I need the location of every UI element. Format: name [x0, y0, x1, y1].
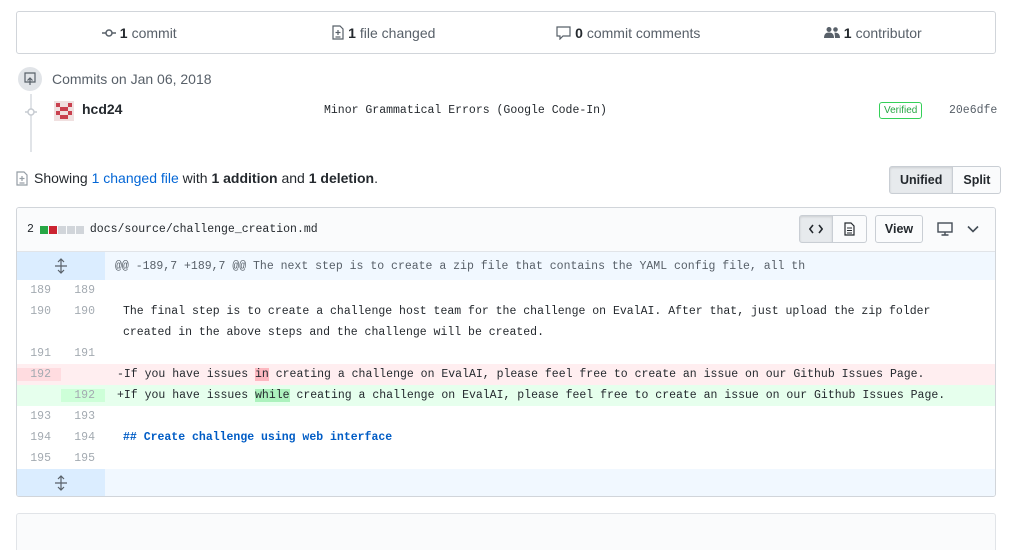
deleted-line: 192 -If you have issues in creating a ch… — [17, 364, 995, 385]
diff-line: 195 195 — [17, 448, 995, 469]
commit-icon — [101, 28, 116, 38]
showing-prefix: Showing — [34, 170, 88, 186]
old-line-number[interactable]: 195 — [17, 452, 61, 465]
diff-line: 191 191 — [17, 343, 995, 364]
old-line-number[interactable]: 193 — [17, 410, 61, 423]
source-diff-button[interactable] — [799, 215, 833, 243]
file-diff: 2 docs/source/challenge_creation.md View — [16, 207, 996, 497]
comments-label: commit comments — [586, 24, 701, 41]
diff-summary-text: Showing 1 changed file with 1 addition a… — [16, 170, 378, 186]
line-code-post: creating a challenge on EvalAI, please f… — [268, 368, 925, 381]
split-view-button[interactable]: Split — [953, 166, 1002, 194]
old-line-number[interactable]: 191 — [17, 347, 61, 360]
showing-with: with — [182, 170, 208, 186]
changed-files-link[interactable]: 1 changed file — [92, 170, 179, 186]
diffstat-neutral-block — [66, 225, 75, 234]
people-icon — [823, 26, 840, 39]
line-code-pre: +If you have issues — [117, 389, 256, 402]
new-line-number[interactable]: 191 — [61, 347, 105, 360]
old-line-number[interactable]: 194 — [17, 431, 61, 444]
rich-diff-button[interactable] — [833, 215, 867, 243]
diff-line: 193 193 — [17, 406, 995, 427]
line-code: The final step is to create a challenge … — [123, 305, 931, 339]
view-file-button[interactable]: View — [875, 215, 923, 243]
commit-message-link[interactable]: Minor Grammatical Errors (Google Code-In… — [324, 104, 607, 117]
hunk-footer-row — [17, 469, 995, 496]
line-code: +If you have issues while creating a cha… — [105, 389, 995, 402]
deleted-word: in — [255, 368, 269, 381]
contributors-label: contributor — [855, 24, 922, 41]
diff-table: @@ -189,7 +189,7 @@ The next step is to … — [17, 252, 995, 496]
commit-node-icon — [25, 104, 37, 120]
new-line-number[interactable]: 192 — [61, 389, 105, 402]
diffstat-bar — [39, 225, 84, 234]
old-line-number[interactable]: 192 — [17, 368, 61, 381]
file-header: 2 docs/source/challenge_creation.md View — [17, 208, 995, 252]
code-icon — [809, 224, 823, 234]
desktop-icon[interactable] — [937, 222, 953, 236]
comment-box — [16, 513, 996, 550]
diffstat-add-block — [39, 225, 48, 234]
commits-label: commit — [131, 24, 177, 41]
commit-sha-link[interactable]: 20e6dfe — [949, 104, 997, 117]
file-text-icon — [844, 222, 855, 236]
added-line: 192 +If you have issues while creating a… — [17, 385, 995, 406]
comment-icon — [556, 25, 571, 40]
diffstat-del-block — [48, 225, 57, 234]
files-changed-link[interactable]: 1 file changed — [262, 25, 507, 41]
line-code-post: creating a challenge on EvalAI, please f… — [289, 389, 946, 402]
change-count: 2 — [27, 223, 34, 236]
diffstat-neutral-block — [75, 225, 84, 234]
commits-count: 1 — [119, 24, 128, 41]
line-code: -If you have issues in creating a challe… — [105, 368, 995, 381]
showing-period: . — [374, 170, 378, 186]
diff-line: 189 189 — [17, 280, 995, 301]
new-line-number[interactable]: 189 — [61, 284, 105, 297]
new-line-number[interactable]: 194 — [61, 431, 105, 444]
files-count: 1 — [348, 24, 356, 41]
contributors-count: 1 — [843, 24, 852, 41]
new-line-number[interactable]: 193 — [61, 410, 105, 423]
commit-author-link[interactable]: hcd24 — [82, 101, 122, 117]
contributors-link[interactable]: 1 contributor — [751, 25, 996, 41]
diff-line: 190 190 The final step is to create a ch… — [17, 301, 995, 343]
commits-date-label: Commits on Jan 06, 2018 — [52, 71, 212, 87]
file-actions: View — [799, 215, 987, 243]
repo-push-icon — [16, 65, 44, 93]
expand-up-icon[interactable] — [17, 252, 105, 280]
comments-count: 0 — [575, 24, 583, 41]
new-line-number[interactable]: 195 — [61, 452, 105, 465]
showing-and: and — [281, 170, 305, 186]
avatar[interactable] — [54, 101, 74, 121]
diff-view-toggle: Unified Split — [889, 166, 1002, 194]
new-line-number[interactable]: 190 — [61, 301, 105, 322]
line-code: ## Create challenge using web interface — [123, 431, 393, 444]
commits-count-link[interactable]: 1 commit — [17, 25, 262, 41]
commits-date-header: Commits on Jan 06, 2018 — [16, 65, 212, 93]
hunk-header: @@ -189,7 +189,7 @@ The next step is to … — [115, 259, 806, 273]
verified-badge[interactable]: Verified — [879, 102, 923, 119]
files-label: file changed — [359, 24, 436, 41]
timeline-line — [30, 94, 32, 152]
deletions-count: 1 deletion — [308, 170, 375, 186]
file-diff-icon — [16, 170, 28, 186]
old-line-number[interactable]: 189 — [17, 284, 61, 297]
unified-view-button[interactable]: Unified — [889, 166, 954, 194]
additions-count: 1 addition — [211, 170, 278, 186]
line-code-pre: -If you have issues — [117, 368, 256, 381]
added-word: while — [255, 389, 290, 402]
commit-summary-bar: 1 commit 1 file changed 0 commit comment… — [16, 11, 996, 54]
old-line-number[interactable]: 190 — [17, 301, 61, 322]
commit-comments-link[interactable]: 0 commit comments — [506, 25, 751, 41]
diffstat-neutral-block — [57, 225, 66, 234]
file-diff-icon — [332, 25, 344, 40]
file-path-link[interactable]: docs/source/challenge_creation.md — [90, 223, 318, 236]
chevron-down-icon[interactable] — [967, 225, 979, 233]
hunk-header-row: @@ -189,7 +189,7 @@ The next step is to … — [17, 252, 995, 280]
expand-down-icon[interactable] — [17, 469, 105, 496]
diff-line: 194 194 ## Create challenge using web in… — [17, 427, 995, 448]
